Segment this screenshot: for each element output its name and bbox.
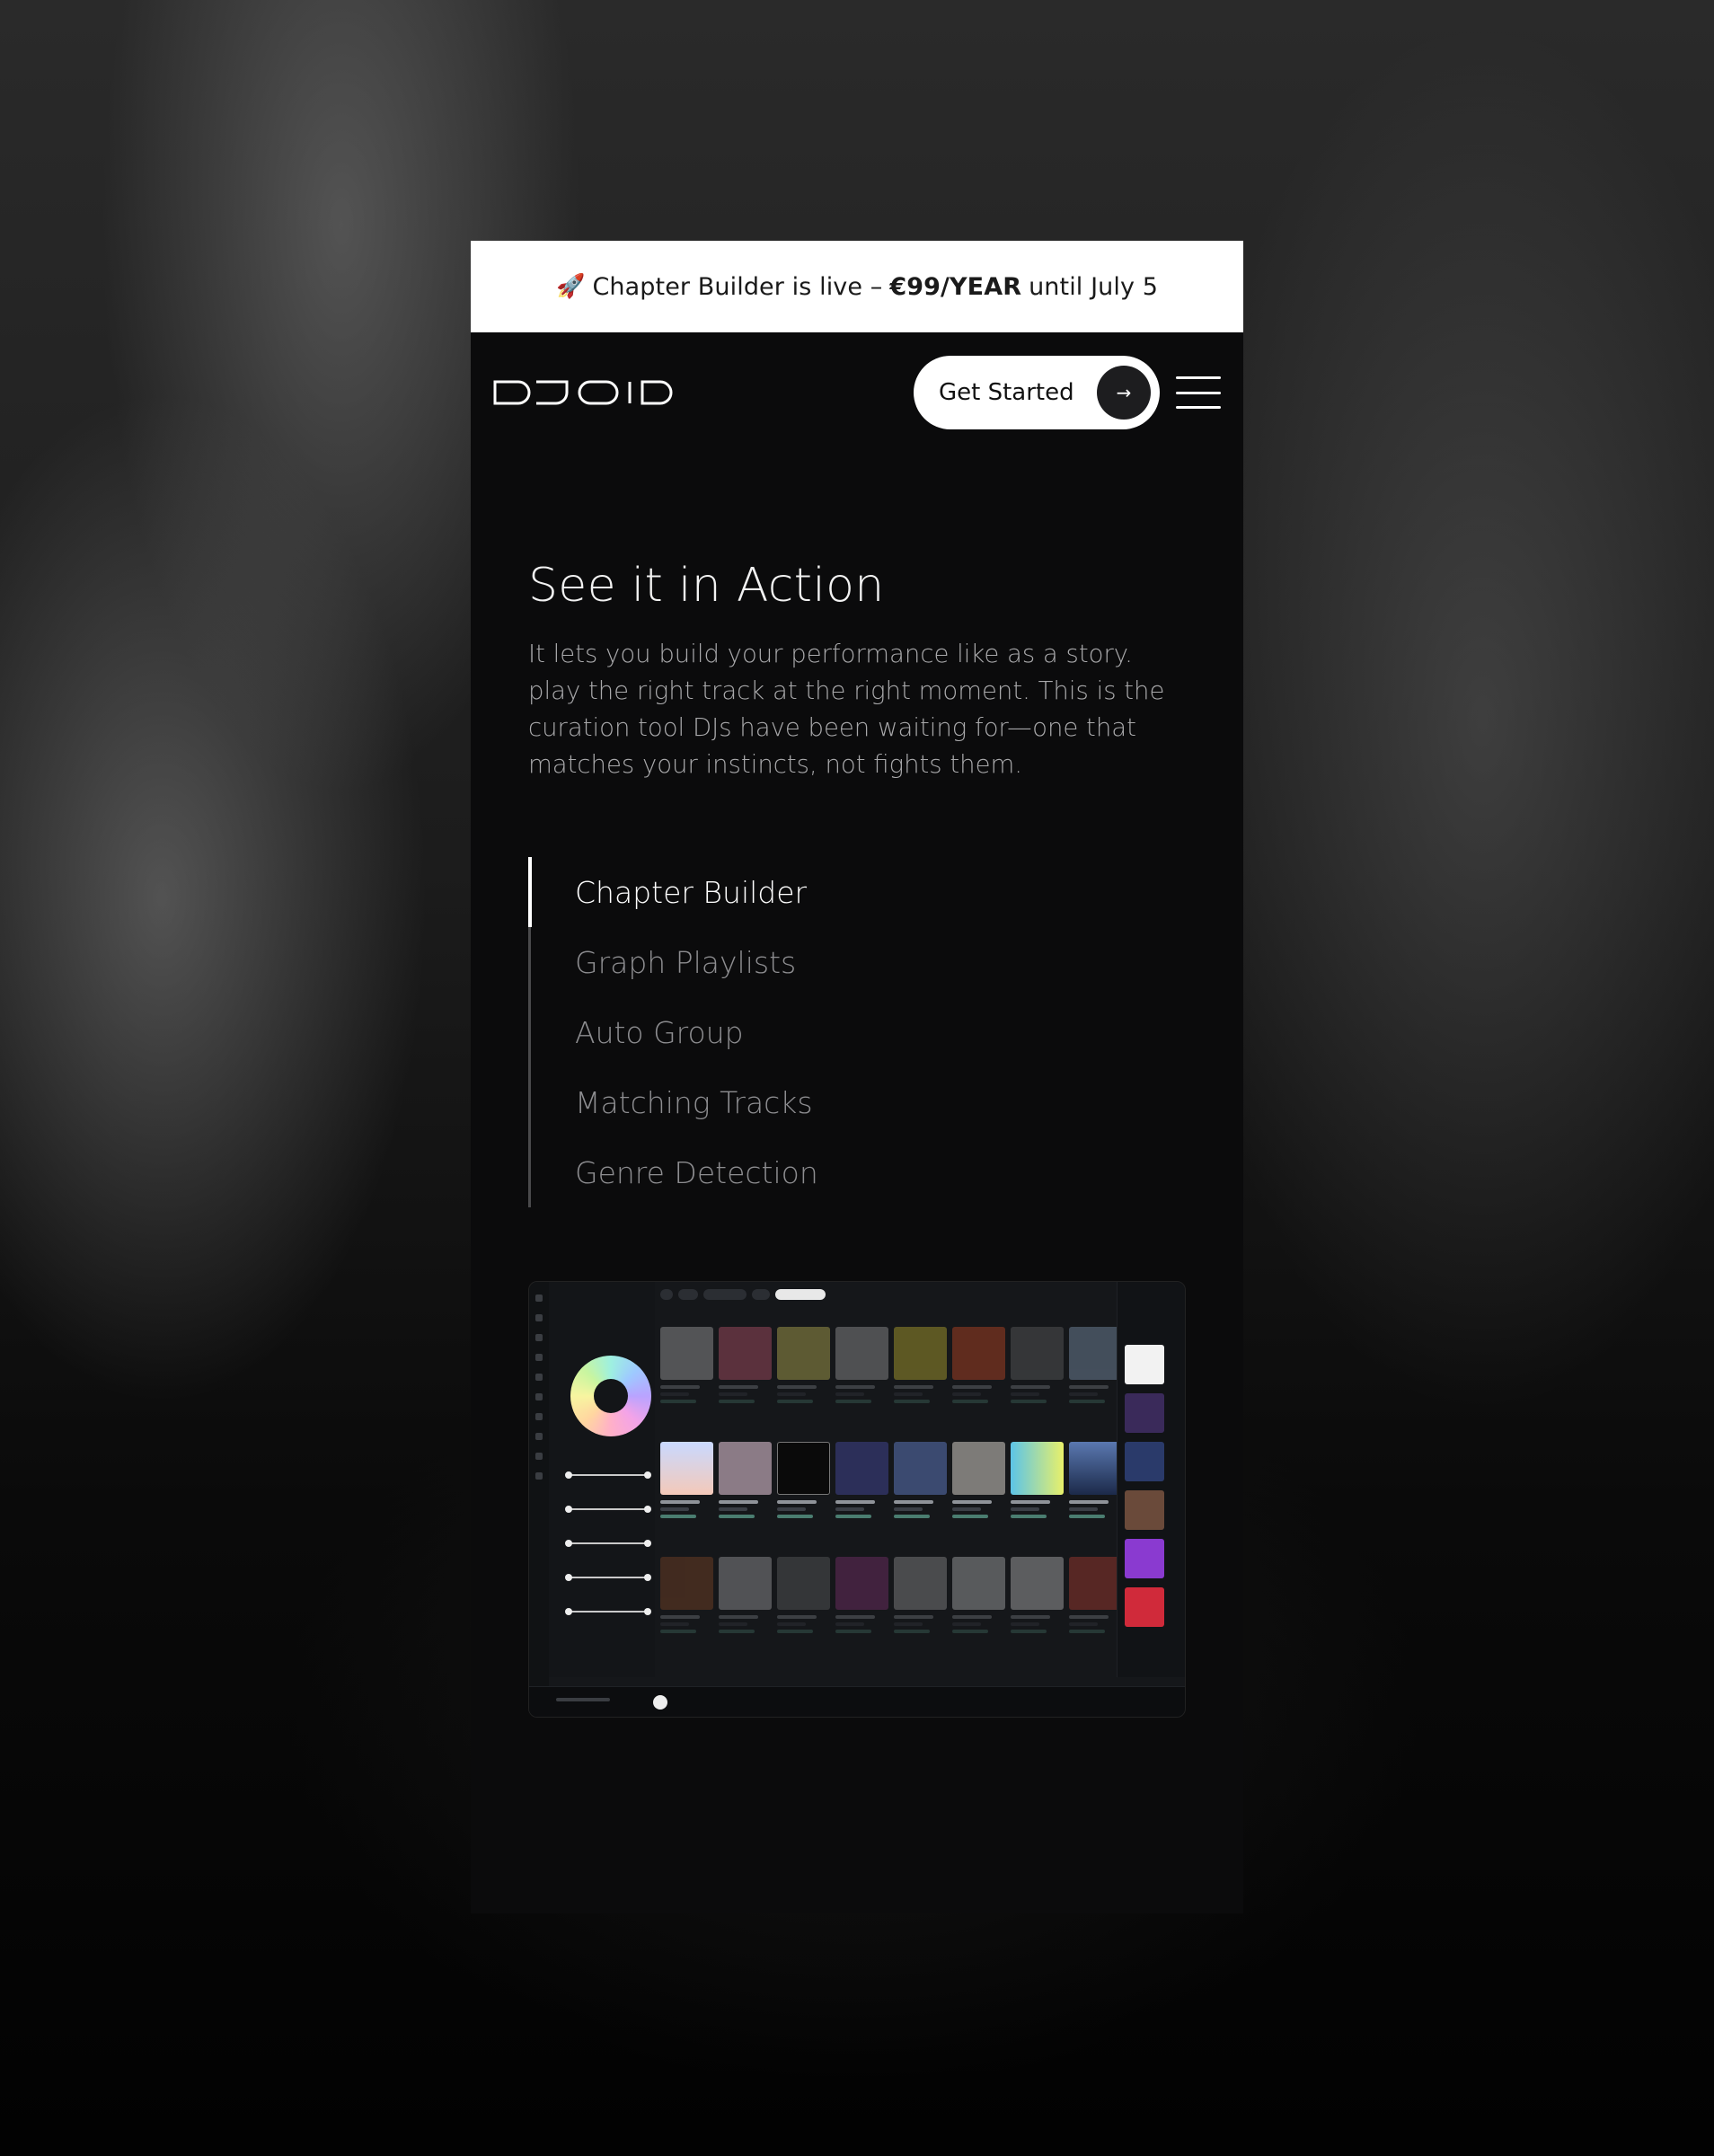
section-description: It lets you build your performance like … [528,640,1165,779]
app-track-row [660,1442,1136,1550]
app-icon-rail [529,1282,549,1717]
top-nav: Get Started → [471,332,1243,453]
promo-deadline: until July 5 [1029,272,1159,301]
feature-tabs: Chapter Builder Graph Playlists Auto Gro… [528,857,1186,1207]
promo-banner[interactable]: 🚀 Chapter Builder is live – €99/YEAR unt… [471,241,1243,332]
tab-genre-detection[interactable]: Genre Detection [575,1137,1186,1207]
section-title: See it in Action [528,559,885,613]
active-tab-indicator [528,857,532,927]
page-frame: 🚀 Chapter Builder is live – €99/YEAR unt… [471,241,1243,1913]
app-player-bar [529,1686,1185,1717]
key-wheel-icon [570,1356,651,1436]
hamburger-menu-icon[interactable] [1176,375,1221,411]
arrow-right-icon: → [1097,366,1151,420]
promo-text: Chapter Builder is live – [592,272,883,301]
djoid-logo-icon [493,380,673,405]
app-filters-panel [549,1282,655,1677]
app-track-explorer [1117,1282,1185,1677]
logo[interactable] [493,379,673,406]
app-toolbar [660,1289,1047,1302]
tab-matching-tracks[interactable]: Matching Tracks [575,1067,1186,1137]
get-started-label: Get Started [939,379,1074,406]
app-track-row [660,1557,1136,1665]
product-screenshot [528,1281,1186,1718]
app-track-row [660,1327,1136,1435]
nav-actions: Get Started → [914,356,1221,429]
tab-chapter-builder[interactable]: Chapter Builder [575,857,1186,927]
tab-auto-group[interactable]: Auto Group [575,997,1186,1067]
promo-price: €99/YEAR [889,272,1022,301]
play-icon [653,1695,667,1710]
tab-graph-playlists[interactable]: Graph Playlists [575,927,1186,997]
get-started-button[interactable]: Get Started → [914,356,1160,429]
rocket-icon: 🚀 [555,273,586,300]
see-it-in-action-section: See it in Action It lets you build your … [471,559,1243,1718]
